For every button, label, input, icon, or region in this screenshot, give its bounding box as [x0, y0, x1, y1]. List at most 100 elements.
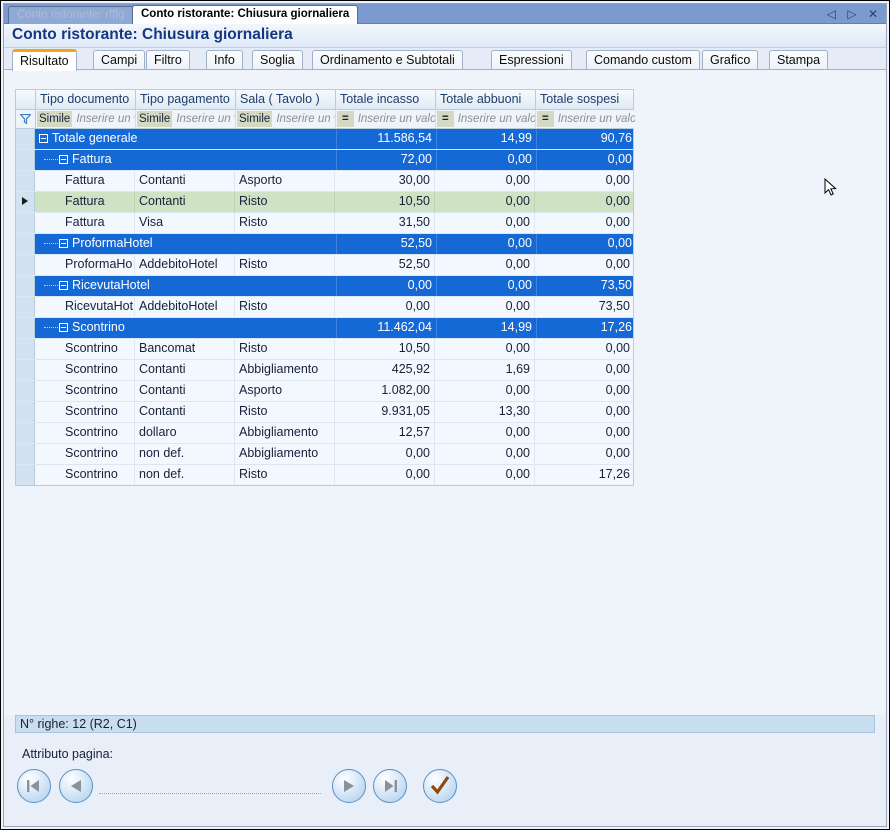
row-indicator[interactable] [16, 255, 35, 275]
column-header[interactable]: Totale sospesi [536, 90, 635, 109]
filter-operator[interactable]: = [337, 111, 354, 127]
row-indicator[interactable] [16, 192, 35, 212]
grid-cell: 10,50 [335, 339, 435, 359]
grid-group-row[interactable]: RicevutaHotel 0,00 0,00 73,50 [16, 276, 633, 297]
previous-page-button[interactable] [59, 769, 93, 803]
column-header[interactable]: Sala ( Tavolo ) [236, 90, 336, 109]
grid-row[interactable]: Scontrino Contanti Asporto 1.082,00 0,00 0,00 [16, 381, 633, 402]
grid-cell: 0,00 [605, 446, 630, 460]
grid-row[interactable]: RicevutaHot AddebitoHotel Risto 0,00 0,00 73,… [16, 297, 633, 318]
group-label: Scontrino [72, 320, 125, 334]
row-indicator[interactable] [16, 171, 35, 191]
next-page-button[interactable] [332, 769, 366, 803]
results-grid[interactable]: Tipo documento Tipo pagamento Sala ( Tavol… [15, 89, 635, 486]
row-indicator[interactable] [16, 297, 35, 317]
mdi-tab-active[interactable]: Conto ristorante: Chiusura giornaliera [132, 5, 359, 24]
current-row-arrow-icon [22, 197, 28, 205]
filter-input[interactable]: Inserire un valo [354, 113, 435, 125]
column-header[interactable]: Tipo pagamento [136, 90, 236, 109]
first-page-icon [27, 780, 39, 792]
filter-toggle-cell[interactable] [16, 110, 36, 128]
mdi-tab-inactive[interactable]: Conto ristorante: rfffg [8, 6, 134, 24]
tab-info[interactable]: Info [206, 50, 243, 70]
apply-button[interactable] [423, 769, 457, 803]
filter-operator[interactable]: = [537, 111, 554, 127]
tab-comando-custom[interactable]: Comando custom [586, 50, 700, 70]
last-page-button[interactable] [373, 769, 407, 803]
row-indicator[interactable] [16, 234, 35, 254]
grid-row[interactable]: Fattura Visa Risto 31,50 0,00 0,00 [16, 213, 633, 234]
row-indicator[interactable] [16, 360, 35, 380]
grid-group-row[interactable]: Scontrino 11.462,04 14,99 17,26 [16, 318, 633, 339]
attribute-page-input[interactable] [99, 793, 321, 794]
row-indicator[interactable] [16, 318, 35, 338]
grid-filter-row[interactable]: Simile Inserire un v Simile Inserire un v Si… [16, 110, 635, 129]
filter-cell[interactable]: = Inserire un valo [536, 110, 635, 128]
row-indicator[interactable] [16, 381, 35, 401]
tab-campi[interactable]: Campi [93, 50, 146, 70]
page-title-bar: Conto ristorante: Chiusura giornaliera [4, 24, 886, 48]
filter-cell[interactable]: Simile Inserire un v [36, 110, 136, 128]
filter-cell[interactable]: = Inserire un valo [336, 110, 436, 128]
filter-input[interactable]: Inserire un v [172, 113, 235, 125]
collapse-toggle-icon[interactable] [39, 134, 48, 144]
next-page-icon [344, 780, 354, 792]
grid-body[interactable]: Totale generale 11.586,54 14,99 90,76 Fattur… [16, 129, 633, 485]
filter-input[interactable]: Inserire un v [272, 113, 335, 125]
row-indicator[interactable] [16, 213, 35, 233]
next-window-icon[interactable]: ▷ [847, 6, 860, 22]
grid-group-row[interactable]: Totale generale 11.586,54 14,99 90,76 [16, 129, 633, 150]
row-indicator[interactable] [16, 129, 35, 149]
grid-row[interactable]: Scontrino Bancomat Risto 10,50 0,00 0,00 [16, 339, 633, 360]
grid-cell: 30,00 [335, 171, 435, 191]
row-indicator[interactable] [16, 444, 35, 464]
grid-row[interactable]: Fattura Contanti Risto 10,50 0,00 0,00 [16, 192, 633, 213]
filter-operator[interactable]: Simile [137, 111, 173, 127]
row-indicator[interactable] [16, 465, 35, 485]
grid-row[interactable]: Scontrino dollaro Abbigliamento 12,57 0,00 0,… [16, 423, 633, 444]
filter-cell[interactable]: = Inserire un valo [436, 110, 536, 128]
collapse-toggle-icon[interactable] [59, 239, 68, 249]
column-header[interactable]: Totale abbuoni [436, 90, 536, 109]
grid-row[interactable]: Scontrino non def. Risto 0,00 0,00 17,26 [16, 465, 633, 485]
tab-grafico[interactable]: Grafico [702, 50, 759, 70]
filter-cell[interactable]: Simile Inserire un v [136, 110, 236, 128]
tab-soglia[interactable]: Soglia [252, 50, 303, 70]
filter-operator[interactable]: Simile [237, 111, 273, 127]
grid-cell: Contanti [135, 402, 235, 422]
tab-stampa[interactable]: Stampa [769, 50, 829, 70]
row-indicator[interactable] [16, 402, 35, 422]
grid-group-row[interactable]: ProformaHotel 52,50 0,00 0,00 [16, 234, 633, 255]
grid-row[interactable]: Scontrino Contanti Abbigliamento 425,92 1,69… [16, 360, 633, 381]
grid-cell: 0,00 [435, 465, 535, 485]
tab-risultato[interactable]: Risultato [12, 49, 77, 71]
collapse-toggle-icon[interactable] [59, 281, 68, 291]
collapse-toggle-icon[interactable] [59, 323, 68, 333]
row-indicator[interactable] [16, 276, 35, 296]
filter-operator[interactable]: = [437, 111, 454, 127]
row-indicator[interactable] [16, 423, 35, 443]
tab-filtro[interactable]: Filtro [146, 50, 190, 70]
collapse-toggle-icon[interactable] [59, 155, 68, 165]
row-indicator[interactable] [16, 150, 35, 170]
close-icon[interactable]: ✕ [868, 6, 882, 22]
first-page-button[interactable] [17, 769, 51, 803]
previous-window-icon[interactable]: ◁ [827, 6, 840, 22]
grid-group-row[interactable]: Fattura 72,00 0,00 0,00 [16, 150, 633, 171]
filter-input[interactable]: Inserire un v [72, 113, 135, 125]
filter-cell[interactable]: Simile Inserire un v [236, 110, 336, 128]
filter-input[interactable]: Inserire un valo [554, 113, 635, 125]
filter-operator[interactable]: Simile [37, 111, 73, 127]
grid-cell: Risto [235, 339, 335, 359]
grid-row[interactable]: Scontrino non def. Abbigliamento 0,00 0,00 0,… [16, 444, 633, 465]
column-header[interactable]: Totale incasso [336, 90, 436, 109]
filter-input[interactable]: Inserire un valo [454, 113, 535, 125]
row-indicator[interactable] [16, 339, 35, 359]
grid-cell: non def. [135, 465, 235, 485]
grid-row[interactable]: ProformaHo AddebitoHotel Risto 52,50 0,00 0,0… [16, 255, 633, 276]
tab-espressioni[interactable]: Espressioni [491, 50, 572, 70]
column-header[interactable]: Tipo documento [36, 90, 136, 109]
grid-row[interactable]: Scontrino Contanti Risto 9.931,05 13,30 0,00 [16, 402, 633, 423]
tab-ordinamento-e-subtotali[interactable]: Ordinamento e Subtotali [312, 50, 463, 70]
grid-row[interactable]: Fattura Contanti Asporto 30,00 0,00 0,00 [16, 171, 633, 192]
